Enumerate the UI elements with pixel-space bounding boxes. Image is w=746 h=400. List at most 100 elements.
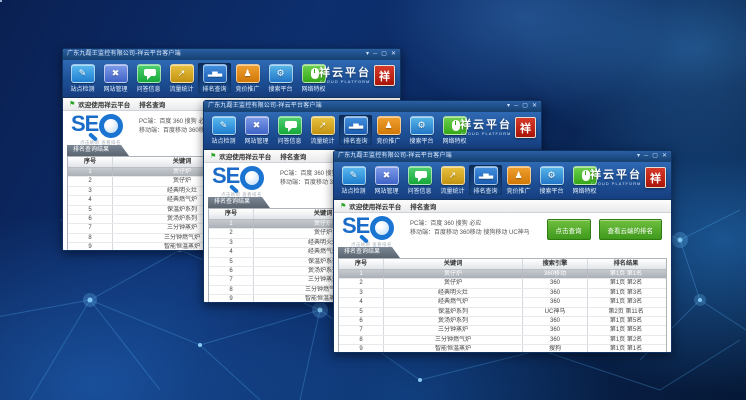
welcome-text: 欢迎使用祥云平台 <box>219 151 271 161</box>
col-header-no: 序号 <box>68 157 113 167</box>
maximize-icon[interactable]: ▢ <box>381 49 387 60</box>
toolbar-item-traffic-stats[interactable]: ↗流量统计 <box>436 165 469 195</box>
table-cell-no: 8 <box>339 336 384 344</box>
col-header-no: 序号 <box>339 259 384 269</box>
table-row[interactable]: 2煲仔炉360第1页 第2名 <box>339 279 666 288</box>
table-cell-no: 3 <box>339 289 384 297</box>
table-cell-engine: 360 <box>523 336 588 344</box>
toolbar-item-qa-message[interactable]: 问答信息 <box>132 63 165 93</box>
table-cell-no: 2 <box>68 177 113 185</box>
seo-logo: SE 点击刷新 查看排名 <box>342 215 394 240</box>
table-row[interactable]: 6煲汤炉系列360第1页 第5名 <box>339 317 666 326</box>
toolbar-item-traffic-stats[interactable]: ↗流量统计 <box>306 115 339 145</box>
toolbar-item-site-manage[interactable]: ✖网站管理 <box>370 165 403 195</box>
toolbar-item-glyph: ✖ <box>383 171 391 180</box>
table-body: 1煲仔炉360移动第1页 第1名2煲仔炉360第1页 第2名3经典明火灶360第… <box>339 270 666 353</box>
maximize-icon[interactable]: ▢ <box>652 151 658 162</box>
toolbar-item-bid-promo[interactable]: ♟竞价推广 <box>231 63 264 93</box>
toolbar-item-site-manage[interactable]: ✖网站管理 <box>99 63 132 93</box>
close-icon[interactable]: ✕ <box>532 101 537 112</box>
rank-table: 序号 关键词 搜索引擎 排名结果 1煲仔炉360移动第1页 第1名2煲仔炉360… <box>338 258 667 353</box>
table-cell-no: 6 <box>209 267 254 275</box>
toolbar-item-label: 站点检测 <box>211 136 235 145</box>
query-button[interactable]: 点击查询 <box>547 219 591 240</box>
menu-arrow-icon[interactable]: ▾ <box>366 49 369 60</box>
tab-rank-results[interactable]: 排名查询结果 <box>67 145 129 156</box>
toolbar-item-rank-query[interactable]: ▂▅▃排名查询 <box>198 63 231 93</box>
view-cloud-rank-button[interactable]: 查看云端的排名 <box>599 219 663 240</box>
table-row[interactable]: 8三分钟燃气炉360第1页 第2名 <box>339 336 666 345</box>
table-cell-no: 7 <box>339 326 384 334</box>
table-cell-rank: 第1页 第3名 <box>588 298 664 306</box>
seo-letters: SE <box>342 215 369 237</box>
tab-rank-results[interactable]: 排名查询结果 <box>208 197 270 208</box>
seo-logo: SE 点击刷新 查看排名 <box>212 165 264 190</box>
hero-section: SE 点击刷新 查看排名 PC端：百度 360 搜狗 必应 移动端：百度移动 3… <box>334 213 671 247</box>
main-toolbar: ✎站点检测✖网站管理问答信息↗流量统计▂▅▃排名查询♟竞价推广⚙搜索平台网络特权… <box>63 60 400 98</box>
table-cell-keyword: 煲仔炉 <box>384 279 523 287</box>
toolbar-item-bid-promo[interactable]: ♟竞价推广 <box>372 115 405 145</box>
minimize-icon[interactable]: ─ <box>514 101 518 112</box>
traffic-stats-icon: ↗ <box>170 64 194 83</box>
table-cell-no: 1 <box>339 270 384 278</box>
close-icon[interactable]: ✕ <box>662 151 667 162</box>
toolbar-item-qa-message[interactable]: 问答信息 <box>273 115 306 145</box>
table-row[interactable]: 5保温炉系列UC神马第2页 第11名 <box>339 308 666 317</box>
title-bar: 广东九磊王监控有限公司-祥云平台客户端 ▾ ─ ▢ ✕ <box>63 49 400 60</box>
toolbar-item-glyph: ▂▅▃ <box>208 70 221 77</box>
table-cell-keyword: 保温炉系列 <box>384 308 523 316</box>
engine-line-pc: PC端：百度 360 搜狗 必应 <box>410 220 530 229</box>
title-bar: 广东九磊王监控有限公司-祥云平台客户端 ▾ ─ ▢ ✕ <box>204 101 541 112</box>
seo-letters: SE <box>212 165 239 187</box>
toolbar-item-label: 站点检测 <box>70 84 94 93</box>
toolbar-item-label: 问答信息 <box>277 136 301 145</box>
table-cell-no: 6 <box>68 215 113 223</box>
table-row[interactable]: 7三分钟蒸炉360第1页 第5名 <box>339 326 666 335</box>
toolbar-item-search-platform[interactable]: ⚙搜索平台 <box>264 63 297 93</box>
toolbar-item-glyph: ✎ <box>79 69 87 78</box>
toolbar-item-site-check[interactable]: ✎站点检测 <box>207 115 240 145</box>
toolbar-item-site-check[interactable]: ✎站点检测 <box>337 165 370 195</box>
site-check-icon: ✎ <box>212 116 236 135</box>
toolbar-item-label: 问答信息 <box>136 84 160 93</box>
rank-query-icon: ▂▅▃ <box>203 64 227 83</box>
toolbar-item-glyph: ⚙ <box>417 121 425 130</box>
table-row[interactable]: 4经典燃气炉360第1页 第3名 <box>339 298 666 307</box>
toolbar-item-site-manage[interactable]: ✖网站管理 <box>240 115 273 145</box>
table-cell-no: 8 <box>68 234 113 242</box>
table-cell-engine: UC神马 <box>523 308 588 316</box>
toolbar-item-site-check[interactable]: ✎ 站点检测 <box>66 63 99 93</box>
toolbar-item-bid-promo[interactable]: ♟竞价推广 <box>502 165 535 195</box>
brand-logo: 祥云平台 CLOUD PLATFORM 祥 <box>590 167 666 188</box>
table-row[interactable]: 9智能恒温蒸炉搜狗第1页 第1名 <box>339 345 666 353</box>
title-bar: 广东九磊王监控有限公司-祥云平台客户端 ▾ ─ ▢ ✕ <box>334 151 671 162</box>
menu-arrow-icon[interactable]: ▾ <box>507 101 510 112</box>
toolbar-item-search-platform[interactable]: ⚙搜索平台 <box>535 165 568 195</box>
toolbar-item-glyph: ⚙ <box>547 171 555 180</box>
toolbar-item-traffic-stats[interactable]: ↗流量统计 <box>165 63 198 93</box>
site-manage-icon: ✖ <box>245 116 269 135</box>
table-cell-engine: 360 <box>523 279 588 287</box>
minimize-icon[interactable]: ─ <box>644 151 648 162</box>
table-cell-no: 6 <box>339 317 384 325</box>
toolbar-item-label: 排名查询 <box>343 136 367 145</box>
table-cell-no: 5 <box>209 258 254 266</box>
toolbar-item-label: 排名查询 <box>473 186 497 195</box>
toolbar-item-rank-query[interactable]: ▂▅▃排名查询 <box>469 165 502 195</box>
toolbar-item-glyph: ✎ <box>350 171 358 180</box>
close-icon[interactable]: ✕ <box>391 49 396 60</box>
toolbar-item-glyph: ✖ <box>253 121 261 130</box>
toolbar-item-qa-message[interactable]: 问答信息 <box>403 165 436 195</box>
maximize-icon[interactable]: ▢ <box>522 101 528 112</box>
brand-seal-icon: 祥 <box>645 167 666 188</box>
table-row[interactable]: 3经典明火灶360第1页 第3名 <box>339 289 666 298</box>
table-row[interactable]: 1煲仔炉360移动第1页 第1名 <box>339 270 666 279</box>
seo-letters: SE <box>71 113 98 135</box>
search-platform-icon: ⚙ <box>540 166 564 185</box>
tab-rank-results[interactable]: 排名查询结果 <box>338 247 400 258</box>
seo-logo: SE 点击刷新 查看排名 <box>71 113 123 138</box>
minimize-icon[interactable]: ─ <box>373 49 377 60</box>
menu-arrow-icon[interactable]: ▾ <box>637 151 640 162</box>
toolbar-item-search-platform[interactable]: ⚙搜索平台 <box>405 115 438 145</box>
toolbar-item-rank-query[interactable]: ▂▅▃排名查询 <box>339 115 372 145</box>
